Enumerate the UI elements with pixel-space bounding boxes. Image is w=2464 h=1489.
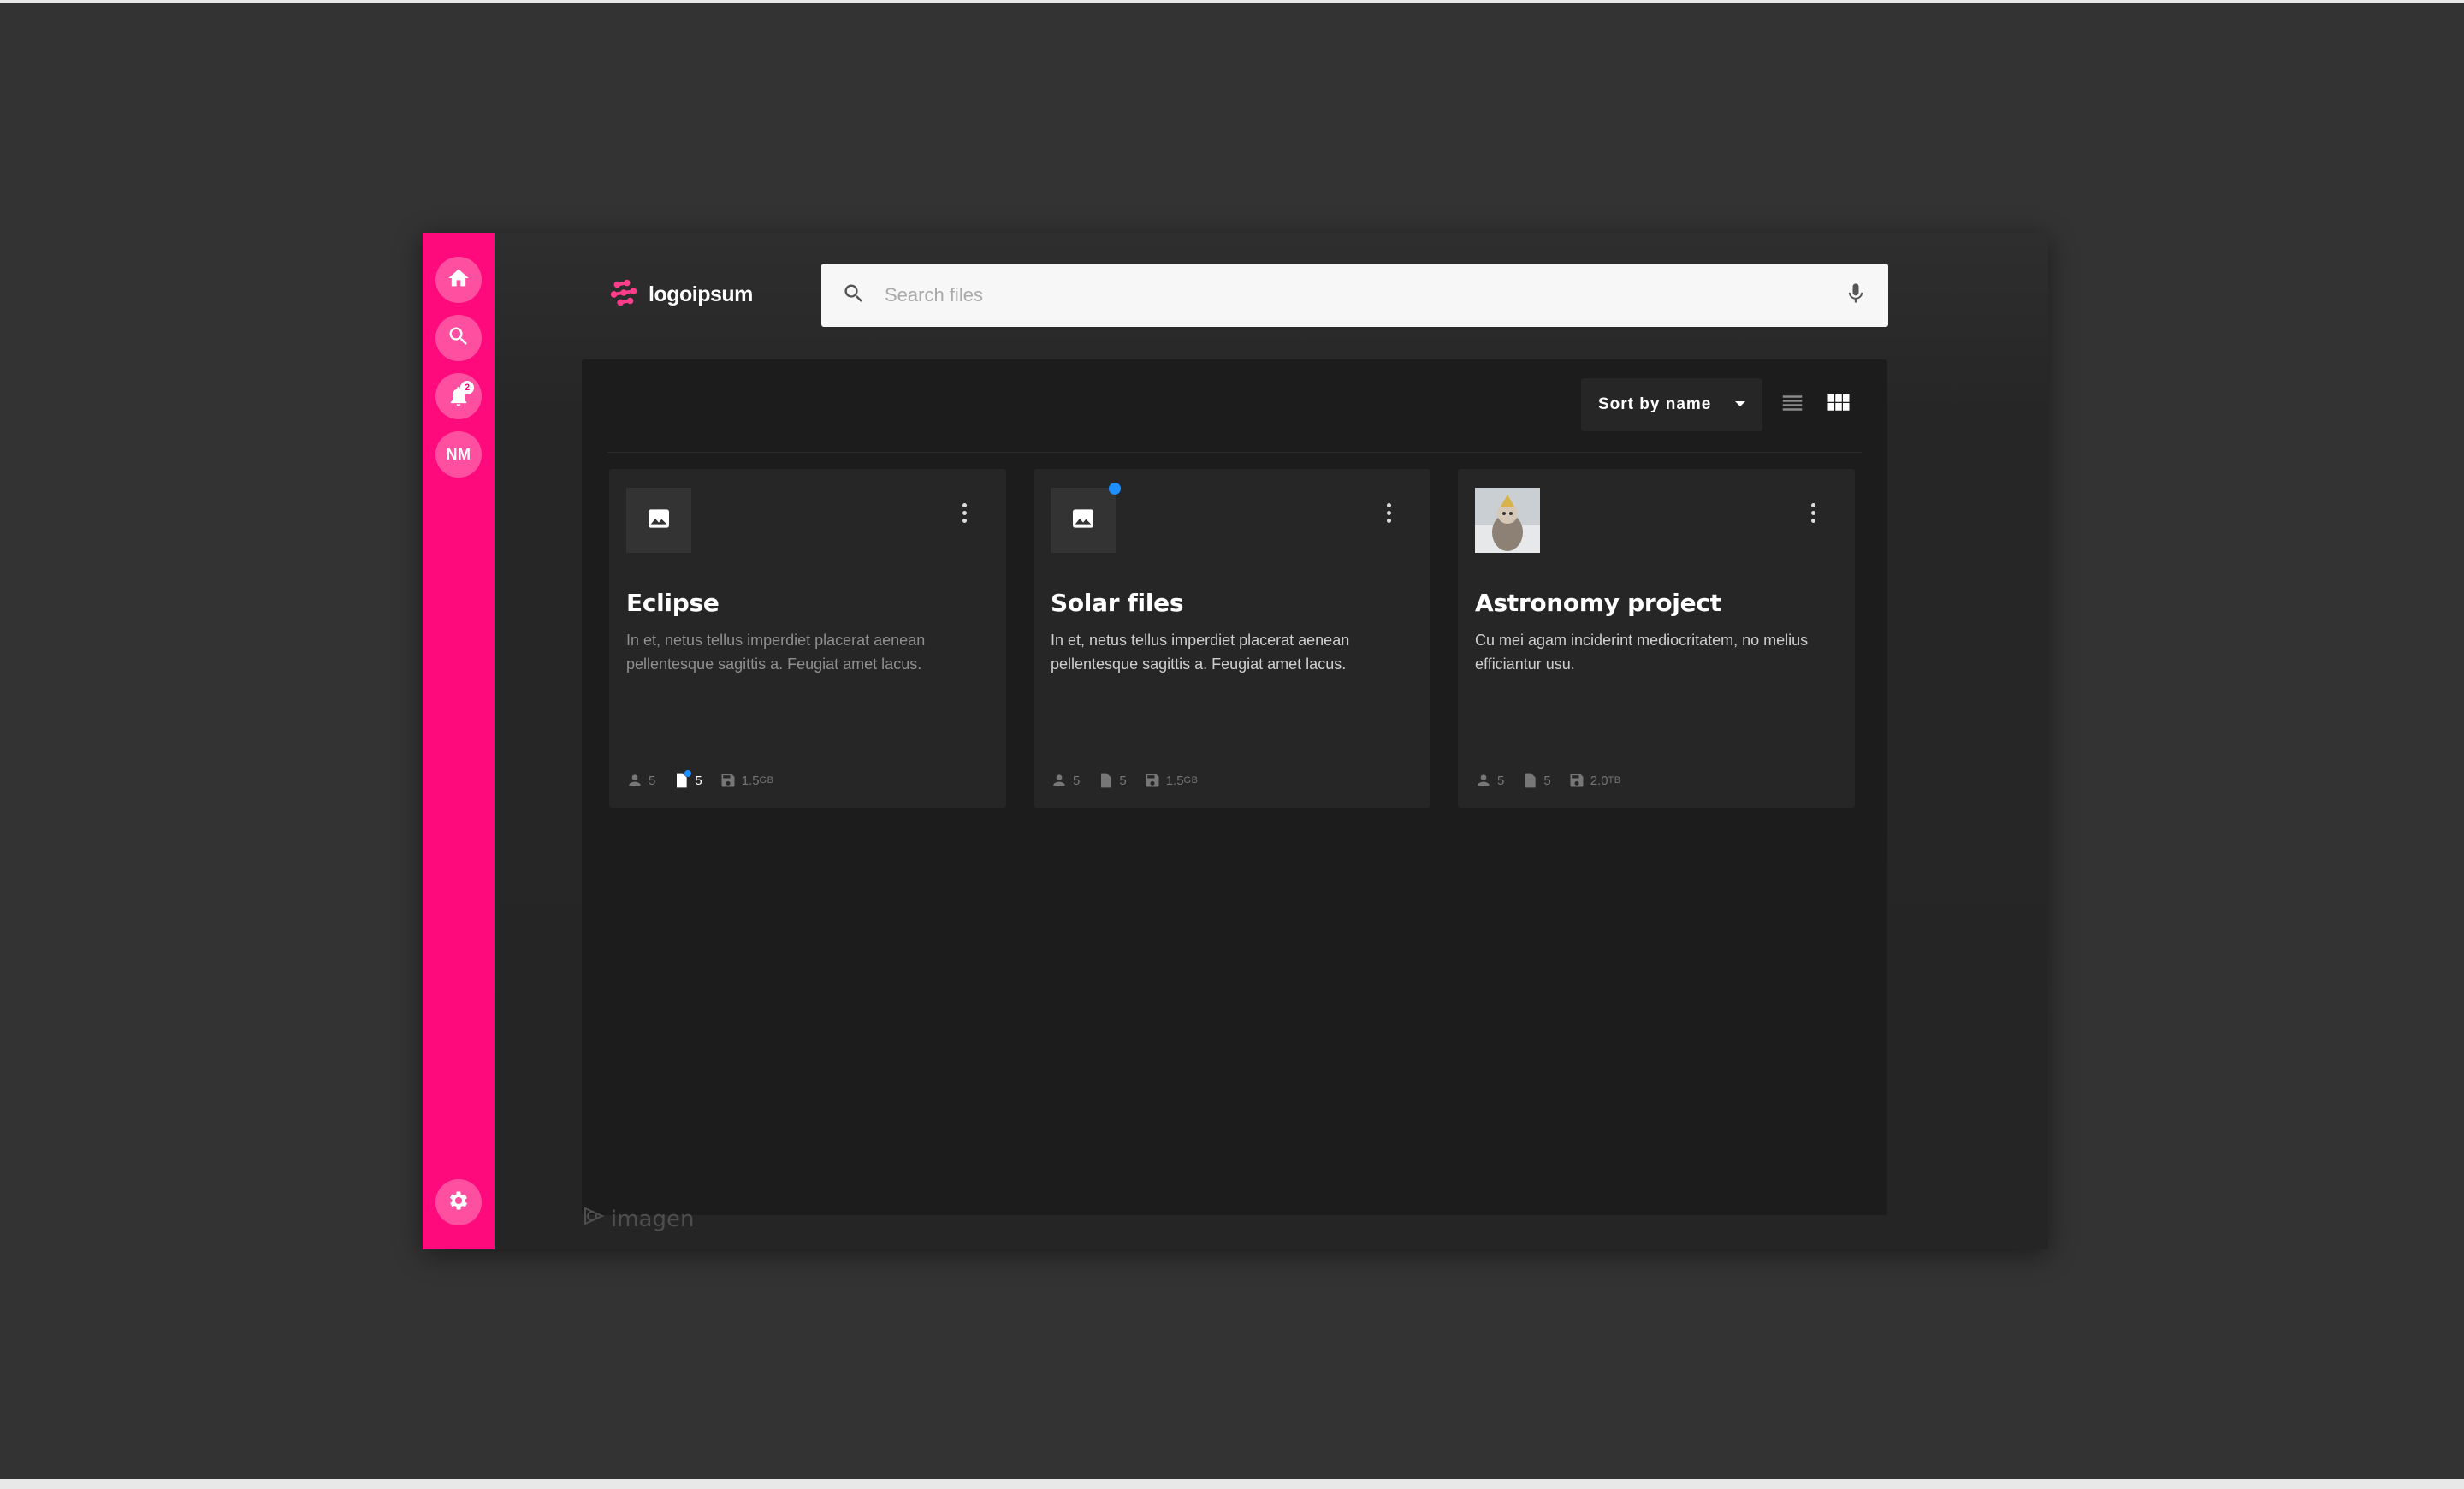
card-thumbnail: [1051, 488, 1116, 553]
image-placeholder-icon: [1069, 505, 1097, 537]
logo-text: logoipsum: [649, 282, 753, 306]
project-card-astronomy-project[interactable]: Astronomy project Cu mei agam inciderint…: [1458, 469, 1855, 808]
card-thumbnail: [626, 488, 691, 553]
project-card-eclipse[interactable]: Eclipse In et, netus tellus imperdiet pl…: [609, 469, 1006, 808]
files-count: 5: [1097, 772, 1127, 789]
sort-dropdown[interactable]: Sort by name: [1581, 378, 1762, 431]
list-icon: [1780, 395, 1805, 419]
sidebar-item-settings[interactable]: [435, 1179, 482, 1225]
bell-icon: 2: [447, 381, 474, 408]
sort-label: Sort by name: [1598, 395, 1712, 413]
imagen-logo-icon: [582, 1203, 611, 1235]
list-view-button[interactable]: [1780, 390, 1805, 416]
sidebar-item-profile[interactable]: NM: [435, 431, 482, 478]
save-icon: [1570, 774, 1584, 787]
toolbar-divider: [607, 452, 1862, 453]
grid-icon: [1826, 394, 1851, 419]
brand-logo[interactable]: logoipsum: [607, 277, 753, 311]
avatar-initials: NM: [446, 445, 471, 463]
search-bar: [821, 264, 1888, 327]
footer-brand-text: imagen: [611, 1206, 695, 1232]
card-meta: 5 5 2.0 TB: [1475, 772, 1638, 789]
card-description: In et, netus tellus imperdiet placerat a…: [626, 632, 926, 673]
card-title: Astronomy project: [1475, 589, 1721, 617]
search-icon: [447, 324, 471, 353]
members-count: 5: [1051, 772, 1080, 789]
caret-down-icon: [1735, 401, 1745, 406]
person-icon: [1478, 774, 1490, 786]
logo-mark-icon: [607, 276, 640, 313]
project-card-solar-files[interactable]: Solar files In et, netus tellus imperdie…: [1034, 469, 1430, 808]
file-icon: [1101, 773, 1112, 788]
sidebar-item-notifications[interactable]: 2: [435, 373, 482, 419]
card-description: In et, netus tellus imperdiet placerat a…: [1051, 632, 1350, 673]
file-icon: [1525, 773, 1537, 788]
card-title: Solar files: [1051, 589, 1184, 617]
members-count: 5: [626, 772, 655, 789]
footer-brand: imagen: [582, 1203, 694, 1235]
app-window: 2 NM logoipsum Search files Sort by name…: [423, 233, 2048, 1249]
save-icon: [1146, 774, 1159, 787]
photo-thumbnail: [1475, 488, 1540, 553]
files-panel: Sort by name Eclipse In et, netus tellus…: [582, 359, 1887, 1215]
more-options-button[interactable]: [1384, 503, 1393, 525]
image-placeholder-icon: [645, 505, 672, 537]
card-meta: 5 5 1.5 GB: [1051, 772, 1215, 789]
sidebar-item-home[interactable]: [435, 257, 482, 303]
more-options-button[interactable]: [1809, 503, 1817, 525]
home-icon: [447, 266, 471, 294]
members-count: 5: [1475, 772, 1504, 789]
card-title: Eclipse: [626, 589, 720, 617]
storage-size: 2.0 TB: [1568, 772, 1621, 789]
sidebar-item-search[interactable]: [435, 315, 482, 361]
new-update-dot: [1109, 483, 1121, 495]
card-description: Cu mei agam inciderint mediocritatem, no…: [1475, 632, 1809, 673]
search-input[interactable]: [885, 284, 1844, 306]
storage-size: 1.5 GB: [720, 772, 774, 789]
person-icon: [1053, 774, 1065, 786]
more-options-button[interactable]: [960, 503, 968, 525]
search-icon: [842, 282, 866, 310]
photo-thumbnail-image: [1475, 488, 1540, 553]
card-meta: 5 5 1.5 GB: [626, 770, 791, 789]
storage-size: 1.5 GB: [1144, 772, 1199, 789]
screen-border-bottom: [0, 1479, 2464, 1489]
notification-badge: 2: [460, 381, 474, 394]
file-new-icon: [672, 770, 695, 789]
screen-border-top: [0, 0, 2464, 3]
files-count: 5: [1521, 772, 1551, 789]
save-icon: [721, 774, 735, 787]
person-icon: [629, 774, 641, 786]
microphone-icon[interactable]: [1844, 282, 1868, 310]
files-count: 5: [672, 770, 702, 789]
gear-icon: [447, 1189, 471, 1217]
grid-view-button[interactable]: [1826, 390, 1851, 416]
sidebar: 2 NM: [423, 233, 495, 1249]
